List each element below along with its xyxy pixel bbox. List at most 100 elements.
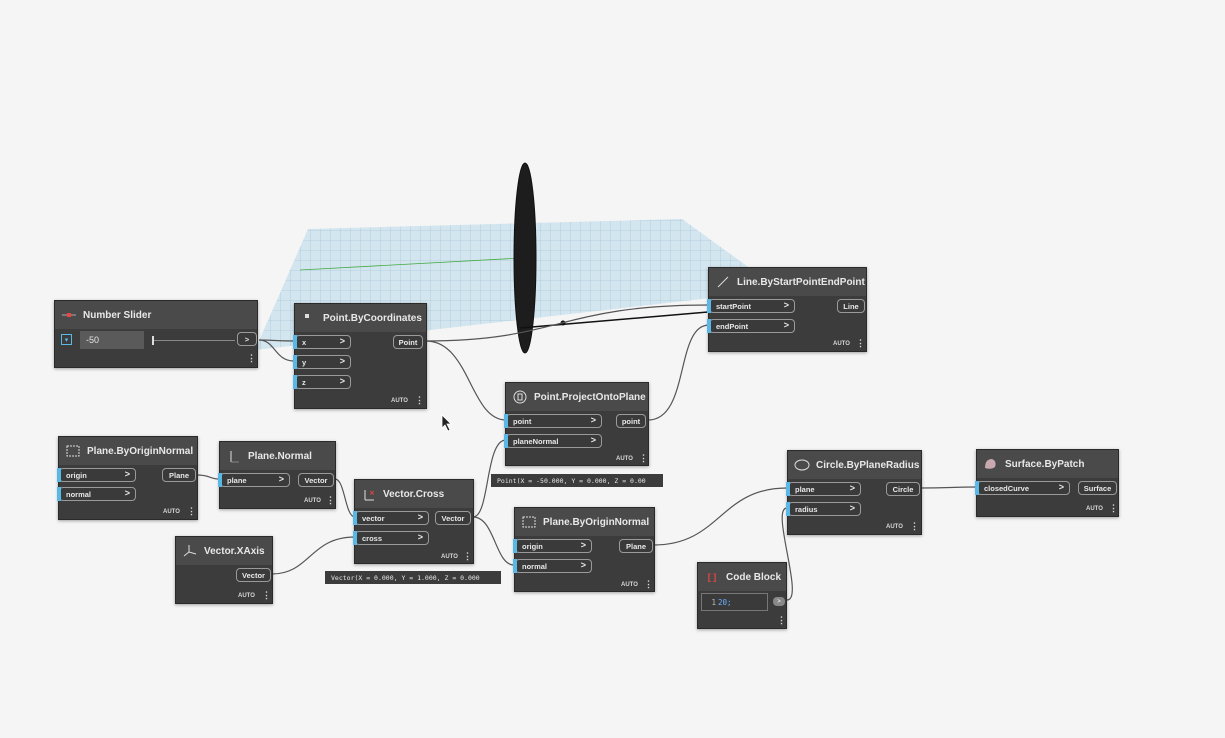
output-port-line[interactable]: Line — [837, 299, 865, 313]
output-port-point[interactable]: Point — [393, 335, 423, 349]
input-port-normal[interactable]: normal > — [57, 487, 136, 501]
input-port-closedcurve[interactable]: closedCurve > — [975, 481, 1070, 495]
slider-value-input[interactable]: -50 — [80, 331, 144, 349]
output-port-plane[interactable]: Plane — [162, 468, 196, 482]
lacing-label: AUTO — [391, 398, 408, 404]
output-port-surface[interactable]: Surface — [1078, 481, 1117, 495]
input-port-plane[interactable]: plane > — [218, 473, 290, 487]
more-options-icon[interactable]: ⋮ — [639, 454, 648, 463]
input-port-x[interactable]: x > — [293, 335, 351, 349]
node-title: Plane.Normal — [248, 450, 312, 462]
input-port-z[interactable]: z > — [293, 375, 351, 389]
node-title: Code Block — [726, 571, 782, 583]
point-by-coordinates-node[interactable]: Point.ByCoordinates x > y > z > Point AUTO … — [293, 303, 427, 409]
code-block-node[interactable]: [ ] Code Block 1 20; > ⋮ — [697, 562, 787, 629]
input-port-origin[interactable]: origin > — [513, 539, 592, 553]
code-block-icon: [ ] — [707, 572, 717, 582]
plane-icon — [65, 443, 81, 459]
axis-icon — [182, 543, 198, 559]
line-by-start-point-end-point-node[interactable]: Line.ByStartPointEndPoint startPoint > en… — [707, 267, 867, 352]
slider-icon — [61, 307, 77, 323]
more-options-icon[interactable]: ⋮ — [247, 354, 256, 363]
input-port-endpoint[interactable]: endPoint > — [707, 319, 795, 333]
more-options-icon[interactable]: ⋮ — [326, 496, 335, 505]
output-port-vector[interactable]: Vector — [435, 511, 471, 525]
node-title: Point.ProjectOntoPlane — [534, 391, 646, 403]
svg-text:×: × — [369, 489, 375, 497]
input-port-point[interactable]: point > — [504, 414, 602, 428]
node-title: Plane.ByOriginNormal — [87, 445, 194, 457]
more-options-icon[interactable]: ⋮ — [910, 522, 919, 531]
preview-bubble-vector[interactable]: Vector(X = 0.000, Y = 1.000, Z = 0.000 — [325, 571, 501, 584]
plane-by-origin-normal-node-1[interactable]: Plane.ByOriginNormal origin > normal > Pla… — [57, 436, 198, 520]
point-icon — [301, 310, 317, 326]
lacing-label: AUTO — [163, 509, 180, 515]
node-header[interactable]: Plane.ByOriginNormal — [515, 508, 654, 536]
node-header[interactable]: Point.ProjectOntoPlane — [506, 383, 648, 411]
code-editor[interactable]: 1 20; — [701, 593, 768, 611]
output-port-plane[interactable]: Plane — [619, 539, 653, 553]
plane-normal-node[interactable]: Plane.Normal plane > Vector AUTO ⋮ — [218, 441, 336, 509]
node-title: Vector.XAxis — [204, 545, 265, 557]
surface-icon — [983, 456, 999, 472]
surface-by-patch-node[interactable]: Surface.ByPatch closedCurve > Surface AUT… — [975, 449, 1119, 517]
input-port-plane[interactable]: plane > — [786, 482, 861, 496]
more-options-icon[interactable]: ⋮ — [463, 552, 472, 561]
number-slider-node[interactable]: Number Slider ▾ -50 > ⋮ — [54, 300, 258, 368]
node-title: Surface.ByPatch — [1005, 458, 1085, 470]
lacing-label: AUTO — [616, 456, 633, 462]
node-title: Plane.ByOriginNormal — [543, 516, 650, 528]
input-port-y[interactable]: y > — [293, 355, 351, 369]
output-port-point[interactable]: point — [616, 414, 646, 428]
more-options-icon[interactable]: ⋮ — [262, 591, 271, 600]
node-header[interactable]: Number Slider — [55, 301, 257, 329]
output-port-vector[interactable]: Vector — [236, 568, 271, 582]
circle-by-plane-radius-node[interactable]: Circle.ByPlaneRadius plane > radius > Circ… — [786, 450, 922, 535]
input-port-vector[interactable]: vector > — [353, 511, 429, 525]
more-options-icon[interactable]: ⋮ — [644, 580, 653, 589]
more-options-icon[interactable]: ⋮ — [1109, 504, 1118, 513]
node-title: Circle.ByPlaneRadius — [816, 459, 920, 471]
node-title: Number Slider — [83, 309, 152, 321]
plane-by-origin-normal-node-2[interactable]: Plane.ByOriginNormal origin > normal > Pla… — [513, 507, 655, 592]
lacing-label: AUTO — [1086, 506, 1103, 512]
lacing-label: AUTO — [833, 341, 850, 347]
output-port[interactable]: > — [237, 332, 257, 346]
line-icon — [715, 274, 731, 290]
input-port-planenormal[interactable]: planeNormal > — [504, 434, 602, 448]
node-title: Line.ByStartPointEndPoint — [737, 276, 865, 288]
more-options-icon[interactable]: ⋮ — [777, 616, 786, 625]
output-port-circle[interactable]: Circle — [886, 482, 920, 496]
slider-track[interactable] — [153, 340, 235, 341]
input-port-startpoint[interactable]: startPoint > — [707, 299, 795, 313]
more-options-icon[interactable]: ⋮ — [856, 339, 865, 348]
input-port-cross[interactable]: cross > — [353, 531, 429, 545]
node-header[interactable]: Point.ByCoordinates — [295, 304, 426, 332]
slider-thumb[interactable] — [152, 336, 154, 345]
node-header[interactable]: Plane.ByOriginNormal — [59, 437, 197, 465]
node-header[interactable]: Plane.Normal — [220, 442, 335, 470]
node-header[interactable]: × Vector.Cross — [355, 480, 473, 508]
vector-cross-node[interactable]: × Vector.Cross vector > cross > Vector AUT… — [353, 479, 474, 564]
connector-wires — [196, 304, 978, 601]
vector-xaxis-node[interactable]: Vector.XAxis Vector AUTO ⋮ — [175, 536, 273, 604]
input-port-normal[interactable]: normal > — [513, 559, 592, 573]
input-port-radius[interactable]: radius > — [786, 502, 861, 516]
expand-toggle[interactable]: ▾ — [61, 334, 72, 345]
node-title: Vector.Cross — [383, 488, 445, 500]
node-header[interactable]: Vector.XAxis — [176, 537, 272, 565]
point-project-onto-plane-node[interactable]: Point.ProjectOntoPlane point > planeNorma… — [504, 382, 649, 466]
cross-product-icon: × — [361, 486, 377, 502]
preview-bubble-projected-point[interactable]: Point(X = -50.000, Y = 0.000, Z = 0.00 — [491, 474, 663, 487]
node-header[interactable]: [ ] Code Block — [698, 563, 786, 591]
more-options-icon[interactable]: ⋮ — [415, 396, 424, 405]
node-header[interactable]: Surface.ByPatch — [977, 450, 1118, 478]
normal-vector-icon — [226, 448, 242, 464]
output-port[interactable]: > — [773, 597, 785, 606]
lacing-label: AUTO — [304, 498, 321, 504]
node-header[interactable]: Line.ByStartPointEndPoint — [709, 268, 866, 296]
node-header[interactable]: Circle.ByPlaneRadius — [788, 451, 921, 479]
output-port-vector[interactable]: Vector — [298, 473, 334, 487]
input-port-origin[interactable]: origin > — [57, 468, 136, 482]
more-options-icon[interactable]: ⋮ — [187, 507, 196, 516]
